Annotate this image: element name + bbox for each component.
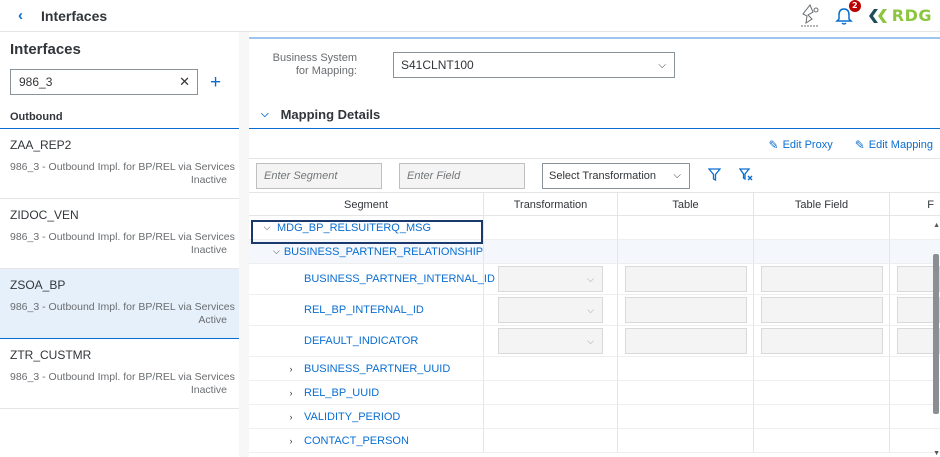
- component-icon[interactable]: [797, 3, 823, 29]
- chevron-right-icon[interactable]: ›: [285, 364, 297, 374]
- scroll-down-icon[interactable]: ▼: [933, 450, 940, 457]
- item-status: Inactive: [190, 174, 227, 186]
- business-system-label: Business System for Mapping:: [272, 52, 357, 77]
- chevron-right-icon[interactable]: ›: [285, 436, 297, 446]
- clear-icon[interactable]: ✕: [179, 74, 190, 90]
- table-row[interactable]: BUSINESS_PARTNER_INTERNAL_ID ⌵: [249, 264, 940, 295]
- segment-label: REL_BP_INTERNAL_ID: [304, 304, 424, 316]
- chevron-right-icon[interactable]: ›: [285, 412, 297, 422]
- list-item-selected[interactable]: ZSOA_BP 986_3 - Outbound Impl. for BP/RE…: [0, 269, 239, 339]
- chevron-down-icon: ⌵: [673, 170, 681, 181]
- item-name: ZSOA_BP: [10, 278, 66, 292]
- business-system-value: S41CLNT100: [401, 58, 474, 72]
- column-header[interactable]: Table Field: [754, 193, 890, 217]
- item-description: 986_3 - Outbound Impl. for BP/REL via Se…: [10, 301, 235, 313]
- segment-label: CONTACT_PERSON: [304, 434, 409, 447]
- company-logo: RDG: [867, 6, 932, 25]
- table-input[interactable]: [625, 297, 747, 323]
- add-icon[interactable]: +: [210, 73, 221, 92]
- scroll-thumb[interactable]: [933, 254, 939, 414]
- table-row[interactable]: › VALIDITY_PERIOD: [249, 405, 940, 429]
- item-name: ZIDOC_VEN: [10, 208, 79, 222]
- table-header: Segment Transformation Table Table Field…: [249, 192, 940, 217]
- table-row[interactable]: › BUSINESS_PARTNER_UUID: [249, 357, 940, 381]
- list-item[interactable]: ZIDOC_VEN 986_3 - Outbound Impl. for BP/…: [0, 199, 239, 269]
- transformation-select[interactable]: Select Transformation ⌵: [542, 162, 690, 189]
- transformation-dropdown[interactable]: ⌵: [498, 297, 603, 323]
- column-header[interactable]: F: [890, 193, 940, 217]
- search-input[interactable]: [19, 75, 179, 89]
- page-title: Interfaces: [41, 7, 108, 24]
- edit-proxy-button[interactable]: ✎ Edit Proxy: [769, 138, 833, 152]
- edit-mapping-button[interactable]: ✎ Edit Mapping: [855, 138, 933, 152]
- table-row[interactable]: DEFAULT_INDICATOR ⌵: [249, 326, 940, 357]
- chevron-down-icon[interactable]: ⌵: [261, 109, 269, 120]
- master-list: Interfaces ✕ + Outbound ZAA_REP2 986_3 -…: [0, 32, 239, 457]
- detail-pane: Business System for Mapping: S41CLNT100 …: [249, 32, 940, 457]
- list-item[interactable]: ZAA_REP2 986_3 - Outbound Impl. for BP/R…: [0, 129, 239, 199]
- transformation-dropdown[interactable]: ⌵: [498, 328, 603, 354]
- clear-filter-icon[interactable]: [738, 167, 753, 184]
- table-row[interactable]: REL_BP_INTERNAL_ID ⌵: [249, 295, 940, 326]
- notification-badge: 2: [848, 0, 861, 12]
- filter-bar: Enter Segment Enter Field Select Transfo…: [249, 158, 940, 192]
- table-field-input[interactable]: [761, 266, 883, 292]
- table-field-input[interactable]: [761, 328, 883, 354]
- list-item[interactable]: ZTR_CUSTMR 986_3 - Outbound Impl. for BP…: [0, 339, 239, 409]
- group-header: Outbound: [0, 105, 239, 129]
- shell-header: ‹ Interfaces 2 RDG: [0, 0, 940, 32]
- focus-outline: [251, 220, 483, 244]
- item-name: ZAA_REP2: [10, 138, 72, 152]
- mapping-panel-title: Mapping Details: [280, 107, 381, 122]
- segment-label: REL_BP_UUID: [304, 386, 380, 399]
- item-status: Inactive: [190, 384, 227, 396]
- item-status: Active: [198, 314, 227, 326]
- edit-icon: ✎: [768, 138, 779, 152]
- segment-label: BUSINESS_PARTNER_INTERNAL_ID: [304, 273, 495, 285]
- table-input[interactable]: [625, 266, 747, 292]
- master-title: Interfaces: [10, 41, 81, 58]
- search-field[interactable]: ✕: [10, 69, 198, 95]
- chevron-down-icon[interactable]: ⌵: [273, 246, 280, 257]
- logo-text: RDG: [891, 6, 932, 25]
- column-header[interactable]: Transformation: [484, 193, 618, 217]
- table-field-input[interactable]: [761, 297, 883, 323]
- segment-label: DEFAULT_INDICATOR: [304, 335, 419, 347]
- table-input[interactable]: [625, 328, 747, 354]
- business-system-select[interactable]: S41CLNT100 ⌵: [393, 52, 675, 78]
- segment-filter-input[interactable]: Enter Segment: [256, 162, 382, 189]
- item-description: 986_3 - Outbound Impl. for BP/REL via Se…: [10, 161, 235, 173]
- mapping-toolbar: ✎ Edit Proxy ✎ Edit Mapping: [249, 132, 940, 158]
- item-description: 986_3 - Outbound Impl. for BP/REL via Se…: [10, 231, 235, 243]
- chevron-down-icon: ⌵: [658, 59, 666, 71]
- table-row[interactable]: › CONTACT_PERSON: [249, 429, 940, 453]
- segment-label: BUSINESS_PARTNER_UUID: [304, 362, 451, 375]
- vertical-scrollbar[interactable]: ▲ ▼: [932, 222, 940, 457]
- edit-icon: ✎: [854, 138, 865, 152]
- mapping-panel-header[interactable]: ⌵ Mapping Details: [249, 101, 940, 129]
- chevron-left-icon[interactable]: ‹: [18, 7, 32, 24]
- transformation-dropdown[interactable]: ⌵: [498, 266, 603, 292]
- notification-bell-icon[interactable]: 2: [834, 0, 861, 26]
- column-header[interactable]: Table: [618, 193, 754, 217]
- scroll-up-icon[interactable]: ▲: [933, 222, 940, 229]
- field-filter-input[interactable]: Enter Field: [399, 162, 525, 189]
- chevron-right-icon[interactable]: ›: [285, 388, 297, 398]
- segment-label: BUSINESS_PARTNER_RELATIONSHIP: [283, 245, 484, 258]
- item-status: Inactive: [190, 244, 227, 256]
- mapping-table: Segment Transformation Table Table Field…: [249, 192, 940, 453]
- item-description: 986_3 - Outbound Impl. for BP/REL via Se…: [10, 371, 235, 383]
- filter-icon[interactable]: [707, 167, 722, 184]
- table-row[interactable]: › REL_BP_UUID: [249, 381, 940, 405]
- segment-label: VALIDITY_PERIOD: [304, 410, 401, 423]
- divider: [249, 37, 940, 39]
- item-name: ZTR_CUSTMR: [10, 348, 92, 362]
- column-header[interactable]: Segment: [249, 193, 484, 217]
